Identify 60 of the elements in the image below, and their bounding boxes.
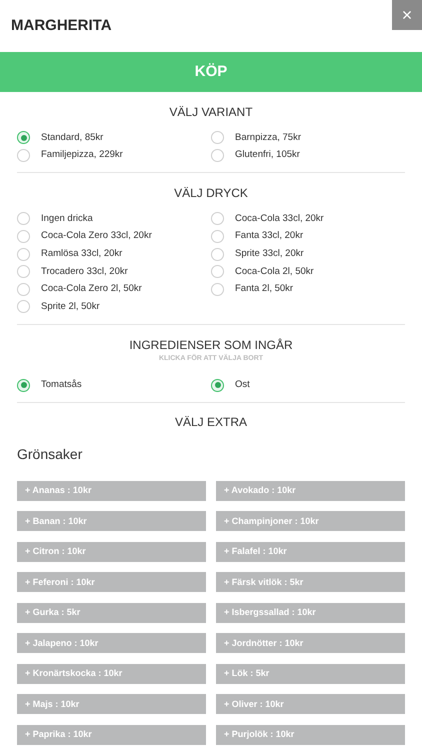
extra-option-button[interactable]: + Falafel : 10kr bbox=[216, 542, 405, 562]
radio-button[interactable] bbox=[17, 148, 30, 162]
product-title: MARGHERITA bbox=[11, 16, 112, 36]
radio-button[interactable] bbox=[211, 282, 224, 296]
section-title: VÄLJ DRYCK bbox=[174, 185, 248, 202]
option-label: Trocadero 33cl, 20kr bbox=[41, 264, 128, 279]
buy-button[interactable]: KÖP bbox=[0, 52, 422, 92]
section-title: VÄLJ EXTRA bbox=[174, 414, 248, 431]
extra-option-button[interactable]: + Färsk vitlök : 5kr bbox=[216, 572, 405, 592]
option-label: Coca-Cola 33cl, 20kr bbox=[235, 212, 324, 226]
extra-option-button[interactable]: + Kronärtskocka : 10kr bbox=[17, 664, 206, 684]
option-label: Sprite 33cl, 20kr bbox=[235, 247, 304, 262]
radio-button[interactable] bbox=[211, 378, 224, 392]
radio-button[interactable] bbox=[17, 248, 30, 261]
option-label: Sprite 2l, 50kr bbox=[41, 300, 100, 314]
radio-button[interactable] bbox=[17, 300, 30, 314]
extra-option-button[interactable]: + Isbergssallad : 10kr bbox=[216, 602, 405, 623]
option-label: Standard, 85kr bbox=[41, 130, 104, 145]
radio-button[interactable] bbox=[17, 282, 30, 296]
category-title: Grönsaker bbox=[17, 446, 82, 462]
option-label: Coca-Cola Zero 33cl, 20kr bbox=[41, 229, 152, 244]
radio-button[interactable] bbox=[17, 131, 30, 144]
extra-option-button[interactable]: + Feferoni : 10kr bbox=[17, 572, 206, 592]
extra-option-button[interactable]: + Purjolök : 10kr bbox=[216, 724, 405, 745]
extra-option-button[interactable]: + Citron : 10kr bbox=[17, 542, 206, 562]
option-label: Familjepizza, 229kr bbox=[41, 148, 123, 162]
option-label: Ost bbox=[235, 378, 250, 392]
radio-button[interactable] bbox=[211, 248, 224, 261]
option-label: Coca-Cola 2l, 50kr bbox=[235, 264, 314, 279]
radio-button[interactable] bbox=[17, 230, 30, 244]
section-title: VÄLJ VARIANT bbox=[169, 104, 253, 121]
radio-button[interactable] bbox=[17, 265, 30, 278]
extra-option-button[interactable]: + Jalapeno : 10kr bbox=[17, 633, 206, 654]
option-label: Tomatsås bbox=[41, 378, 82, 392]
radio-button[interactable] bbox=[211, 131, 224, 144]
radio-button[interactable] bbox=[17, 378, 30, 392]
extra-option-button[interactable]: + Champinjoner : 10kr bbox=[216, 511, 405, 532]
radio-button[interactable] bbox=[211, 148, 224, 162]
option-label: Fanta 2l, 50kr bbox=[235, 282, 294, 296]
radio-button[interactable] bbox=[211, 265, 224, 278]
radio-button[interactable] bbox=[211, 230, 224, 244]
radio-button[interactable] bbox=[17, 212, 30, 226]
section-title: INGREDIENSER SOM INGÅR bbox=[129, 336, 293, 354]
close-button[interactable]: × bbox=[392, 0, 422, 30]
option-label: Coca-Cola Zero 2l, 50kr bbox=[41, 282, 142, 296]
extra-option-button[interactable]: + Gurka : 5kr bbox=[17, 602, 206, 623]
extra-option-button[interactable]: + Ananas : 10kr bbox=[17, 480, 206, 501]
option-label: Ramlösa 33cl, 20kr bbox=[41, 247, 122, 262]
radio-button[interactable] bbox=[211, 212, 224, 226]
extra-option-button[interactable]: + Jordnötter : 10kr bbox=[216, 633, 405, 654]
option-label: Ingen dricka bbox=[41, 212, 93, 226]
extra-option-button[interactable]: + Majs : 10kr bbox=[17, 694, 206, 714]
option-label: Fanta 33cl, 20kr bbox=[235, 229, 304, 244]
extra-option-button[interactable]: + Paprika : 10kr bbox=[17, 724, 206, 745]
extra-option-button[interactable]: + Banan : 10kr bbox=[17, 511, 206, 532]
option-label: Barnpizza, 75kr bbox=[235, 130, 302, 145]
option-label: Glutenfri, 105kr bbox=[235, 148, 300, 162]
extra-option-button[interactable]: + Oliver : 10kr bbox=[216, 694, 405, 714]
extra-option-button[interactable]: + Avokado : 10kr bbox=[216, 480, 405, 501]
extra-option-button[interactable]: + Lök : 5kr bbox=[216, 664, 405, 684]
